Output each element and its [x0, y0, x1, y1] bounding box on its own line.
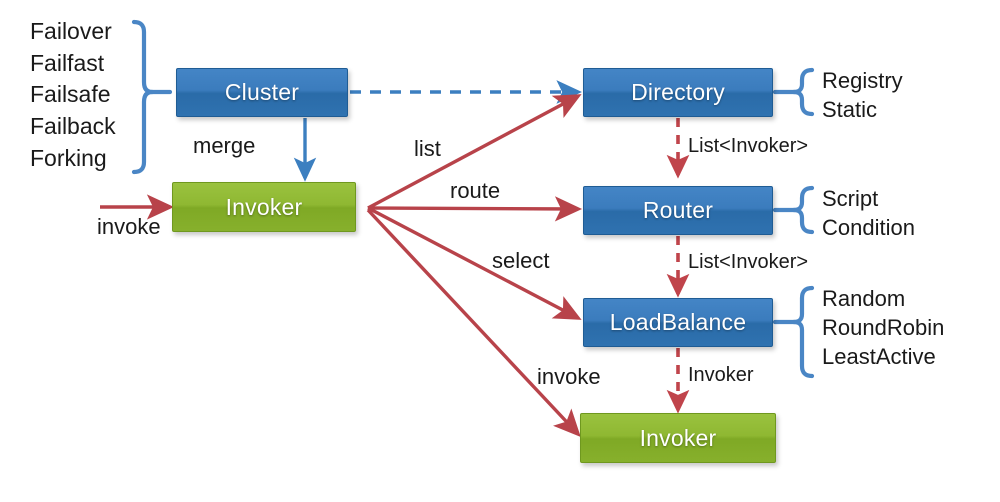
- brace-cluster-strategies: [131, 19, 173, 175]
- brace-router-options: [772, 185, 815, 235]
- cluster-strategy-item: Failback: [30, 113, 116, 140]
- cluster-strategy-list: Failover Failfast Failsafe Failback Fork…: [30, 16, 116, 175]
- edge-label-list: list: [414, 136, 441, 161]
- edge-label-invoker-result: Invoker: [688, 364, 754, 386]
- directory-option-item: Static: [822, 97, 878, 123]
- loadbalance-option-item: RoundRobin: [822, 315, 945, 341]
- loadbalance-option-list: Random RoundRobin LeastActive: [822, 284, 944, 371]
- cluster-strategy-item: Failfast: [30, 49, 105, 76]
- cluster-invocation-diagram: Cluster Invoker Directory Router LoadBal…: [0, 0, 1000, 502]
- node-router[interactable]: Router: [583, 186, 773, 235]
- node-directory[interactable]: Directory: [583, 68, 773, 117]
- router-option-item: Condition: [822, 215, 915, 241]
- node-router-label: Router: [642, 197, 714, 223]
- brace-directory-options: [772, 67, 815, 117]
- node-cluster-label: Cluster: [224, 79, 300, 105]
- edge-label-route: route: [450, 178, 501, 203]
- node-loadbalance[interactable]: LoadBalance: [583, 298, 773, 347]
- cluster-strategy-item: Failover: [30, 18, 112, 44]
- loadbalance-option-item: LeastActive: [822, 344, 936, 370]
- brace-loadbalance-options: [772, 285, 815, 379]
- node-invoker-top-label: Invoker: [225, 193, 303, 220]
- edge-label-list-invoker-2: List<Invoker>: [688, 251, 809, 273]
- node-invoker-bottom[interactable]: Invoker: [580, 413, 776, 463]
- edge-invoke-out: [366, 208, 581, 437]
- loadbalance-option-item: Random: [822, 286, 906, 311]
- node-cluster[interactable]: Cluster: [176, 68, 348, 117]
- cluster-strategy-item: Failsafe: [30, 81, 111, 108]
- edge-label-merge: merge: [193, 133, 256, 158]
- edge-label-select: select: [492, 248, 550, 273]
- edge-label-invoke-out: invoke: [537, 364, 601, 389]
- router-option-item: Script: [822, 186, 879, 211]
- node-invoker-top[interactable]: Invoker: [172, 182, 356, 232]
- router-option-list: Script Condition: [822, 184, 915, 242]
- edge-label-invoke-in: invoke: [97, 214, 161, 239]
- cluster-strategy-item: Forking: [30, 144, 107, 171]
- node-directory-label: Directory: [631, 79, 725, 105]
- edge-label-list-invoker-1: List<Invoker>: [688, 135, 809, 157]
- edge-route: [367, 196, 583, 222]
- directory-option-list: Registry Static: [822, 66, 903, 124]
- node-loadbalance-label: LoadBalance: [609, 309, 747, 335]
- directory-option-item: Registry: [822, 68, 903, 93]
- node-invoker-bottom-label: Invoker: [639, 424, 717, 451]
